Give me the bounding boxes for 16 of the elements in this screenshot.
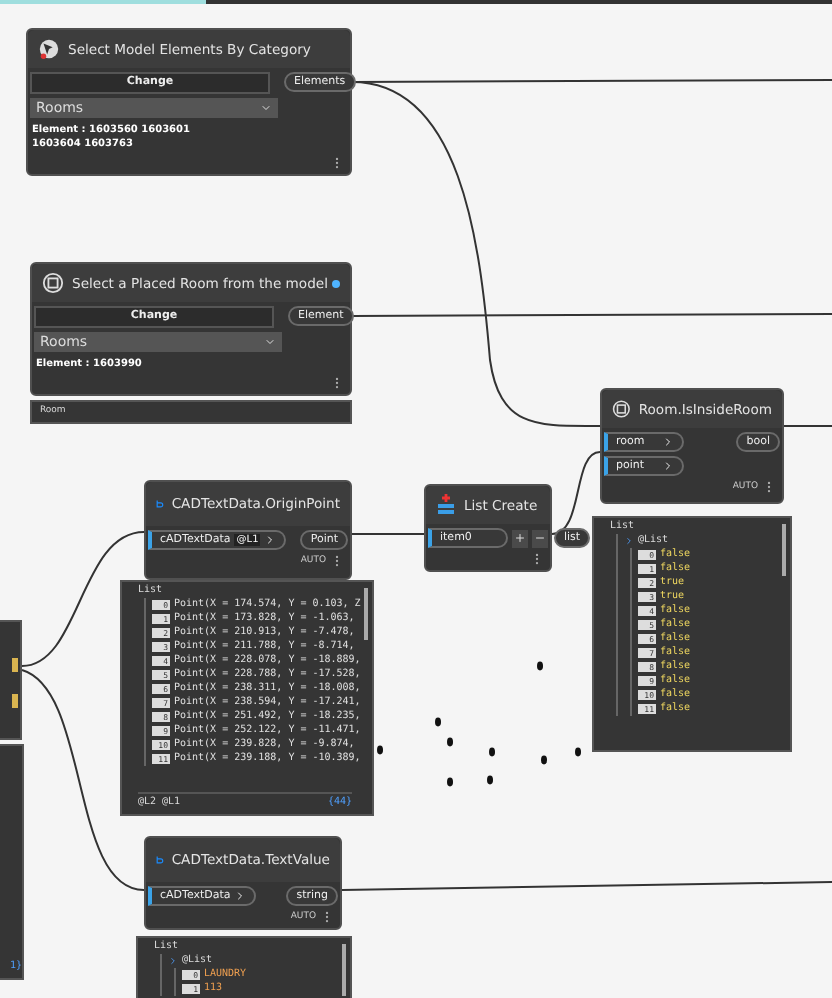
room-icon: [42, 272, 64, 294]
plus-icon: [514, 532, 526, 544]
list-icon: [436, 494, 456, 516]
chevron-icon[interactable]: [234, 890, 247, 902]
chevron-down-icon: [264, 336, 276, 348]
chevron-down-icon: [260, 102, 272, 114]
node-fragment[interactable]: [0, 620, 22, 740]
room-icon: [612, 398, 631, 420]
cursor-icon: [38, 38, 60, 60]
chevron-icon[interactable]: [264, 534, 277, 546]
expand-icon[interactable]: [624, 536, 634, 546]
expand-icon[interactable]: [168, 956, 178, 966]
connector-wire: [783, 425, 832, 427]
remove-input-button[interactable]: [532, 529, 548, 547]
add-input-button[interactable]: [512, 529, 528, 547]
minus-icon: [534, 532, 546, 544]
